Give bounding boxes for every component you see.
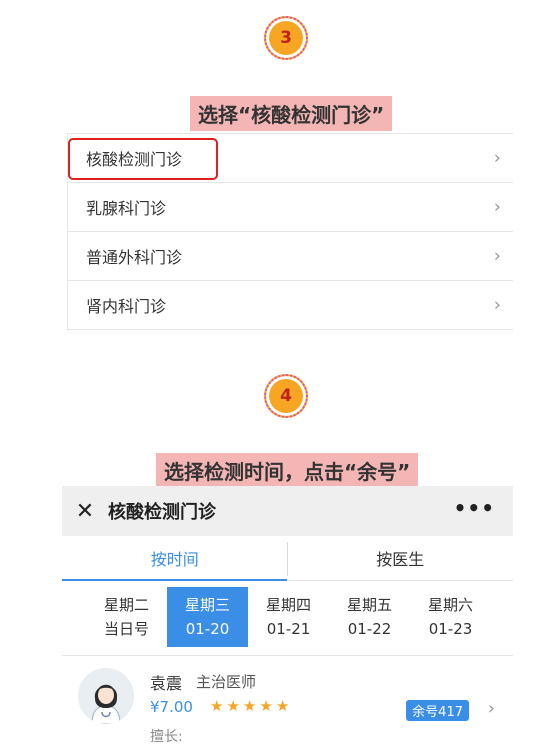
app-title: 核酸检测门诊	[108, 502, 216, 523]
remaining-slots-button[interactable]: 余号417	[406, 700, 469, 721]
doctor-specialty: 擅长:	[150, 729, 183, 745]
department-label: 乳腺科门诊	[86, 199, 167, 218]
app-bar: ✕ 核酸检测门诊 •••	[62, 486, 513, 536]
chevron-right-icon: ›	[493, 245, 501, 267]
day-date: 01-23	[428, 620, 473, 638]
department-label: 普通外科门诊	[86, 248, 183, 267]
day-saturday[interactable]: 星期六 01-23	[410, 587, 491, 647]
day-weekday: 星期二	[103, 596, 149, 614]
day-wednesday[interactable]: 星期三 01-20	[167, 587, 248, 647]
day-weekday: 星期六	[427, 596, 473, 614]
day-date: 01-20	[185, 620, 230, 638]
step-3-badge: 3	[264, 16, 308, 60]
star-icon: ★	[242, 697, 260, 715]
day-tuesday[interactable]: 星期二 当日号	[86, 587, 167, 647]
day-date: 当日号	[103, 620, 149, 638]
step-3-caption: 选择“核酸检测门诊”	[190, 96, 393, 131]
doctor-avatar-icon	[78, 668, 134, 724]
star-icon: ★	[226, 697, 243, 715]
tab-underline	[62, 579, 287, 581]
day-thursday[interactable]: 星期四 01-21	[248, 587, 329, 647]
tab-by-doctor[interactable]: 按医生	[288, 536, 514, 580]
chevron-right-icon: ›	[493, 196, 501, 218]
day-weekday: 星期四	[265, 596, 311, 614]
step-4-caption: 选择检测时间，点击“余号”	[156, 453, 419, 488]
department-item-nephrology[interactable]: 肾内科门诊 ›	[67, 281, 513, 330]
day-weekday: 星期五	[346, 596, 392, 614]
close-icon[interactable]: ✕	[74, 499, 96, 524]
booking-app: ✕ 核酸检测门诊 ••• 按时间 按医生 星期二 当日号 星期三 01-20 星…	[62, 486, 513, 746]
star-icon: ★	[259, 697, 276, 715]
step-4-badge: 4	[264, 374, 308, 418]
chevron-right-icon: ›	[493, 294, 501, 316]
doctor-card[interactable]: 袁震 主治医师 ¥7.00 ★★★★★ 余号417 › 擅长:	[62, 656, 513, 756]
doctor-avatar	[78, 668, 134, 724]
day-date: 01-22	[347, 620, 392, 638]
step-number: 3	[280, 28, 292, 48]
step-number: 4	[280, 386, 292, 406]
day-friday[interactable]: 星期五 01-22	[329, 587, 410, 647]
highlight-box	[68, 138, 218, 180]
department-label: 肾内科门诊	[86, 297, 167, 316]
doctor-price: ¥7.00	[150, 698, 193, 716]
more-icon[interactable]: •••	[454, 496, 495, 520]
star-icon: ★	[210, 697, 227, 715]
date-selector: 星期二 当日号 星期三 01-20 星期四 01-21 星期五 01-22 星期…	[62, 587, 513, 647]
chevron-right-icon: ›	[487, 698, 495, 719]
tab-bar: 按时间 按医生	[62, 536, 513, 581]
chevron-right-icon: ›	[493, 147, 501, 169]
day-weekday: 星期三	[184, 596, 230, 614]
doctor-name: 袁震	[150, 674, 183, 693]
rating-stars: ★★★★★	[210, 697, 292, 715]
department-item-general-surgery[interactable]: 普通外科门诊 ›	[67, 232, 513, 281]
day-date: 01-21	[266, 620, 311, 638]
tab-by-time[interactable]: 按时间	[62, 536, 288, 580]
doctor-title: 主治医师	[196, 673, 257, 691]
tab-divider	[287, 542, 288, 576]
star-icon: ★	[275, 697, 293, 715]
department-item-breast[interactable]: 乳腺科门诊 ›	[67, 183, 513, 232]
